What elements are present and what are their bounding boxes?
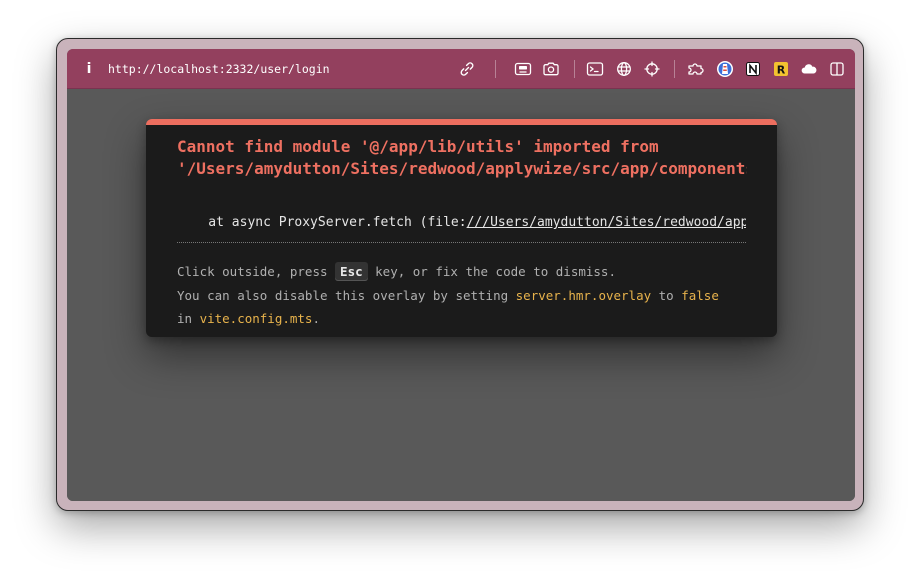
error-message-line: '/Users/amydutton/Sites/redwood/applywiz…	[177, 159, 747, 178]
tip-text: key, or fix the code to dismiss.	[367, 264, 616, 279]
terminal-icon[interactable]	[585, 59, 605, 79]
tip-text: in	[177, 311, 200, 326]
tip-text: You can also disable this overlay by set…	[177, 287, 516, 303]
error-stack-trace: at async ProxyServer.fetch (file:///User…	[177, 214, 746, 232]
crosshair-icon[interactable]	[642, 59, 662, 79]
toolbar-separator	[574, 60, 575, 78]
sidebar-icon[interactable]	[827, 59, 847, 79]
address-bar[interactable]: http://localhost:2332/user/login	[108, 61, 330, 77]
tip-line: Click outside, press Esc key, or fix the…	[177, 260, 767, 284]
tip-text: to	[651, 287, 682, 303]
picture-in-picture-icon[interactable]	[513, 59, 533, 79]
notion-icon[interactable]	[743, 59, 763, 79]
link-icon[interactable]	[457, 59, 477, 79]
error-message: Cannot find module '@/app/lib/utils' imp…	[177, 136, 747, 180]
toolbar-separator	[674, 60, 675, 78]
config-file: vite.config.mts	[199, 311, 313, 326]
page-viewport[interactable]: Cannot find module '@/app/lib/utils' imp…	[67, 89, 855, 501]
config-value: false	[681, 287, 719, 303]
browser-frame: i http://localhost:2332/user/login R Can…	[67, 49, 855, 501]
tip-line: You can also disable this overlay by set…	[177, 284, 767, 308]
tip-text: .	[312, 311, 320, 326]
error-message-line: Cannot find module '@/app/lib/utils' imp…	[177, 137, 659, 156]
overlay-tip: Click outside, press Esc key, or fix the…	[177, 260, 767, 331]
cloud-icon[interactable]	[799, 59, 819, 79]
overlay-divider	[177, 242, 746, 243]
tip-line: in vite.config.mts.	[177, 307, 767, 331]
camera-icon[interactable]	[541, 59, 561, 79]
extensions-icon[interactable]	[686, 59, 706, 79]
stack-frame-text: at async ProxyServer.fetch (file:	[177, 215, 467, 230]
browser-window: i http://localhost:2332/user/login R Can…	[56, 38, 864, 511]
esc-key: Esc	[335, 262, 368, 281]
browser-toolbar: i http://localhost:2332/user/login R	[67, 49, 855, 89]
error-overlay: Cannot find module '@/app/lib/utils' imp…	[146, 119, 777, 337]
globe-icon[interactable]	[614, 59, 634, 79]
config-key: server.hmr.overlay	[515, 287, 652, 303]
r-extension-icon[interactable]: R	[771, 59, 791, 79]
tip-text: Click outside, press	[177, 264, 336, 279]
lighthouse-icon[interactable]	[715, 59, 735, 79]
stack-file-link[interactable]: ///Users/amydutton/Sites/redwood/applywi…	[467, 215, 746, 230]
svg-text:R: R	[777, 63, 786, 76]
toolbar-separator	[495, 60, 496, 78]
info-icon[interactable]: i	[82, 60, 96, 78]
